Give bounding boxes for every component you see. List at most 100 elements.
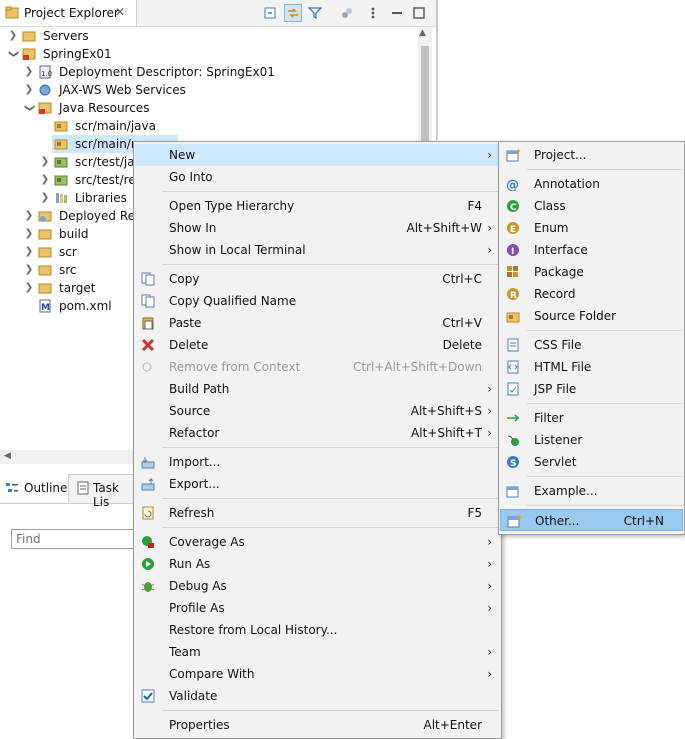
menu-item-show-in[interactable]: Show In Alt+Shift+W ›	[135, 217, 500, 239]
menu-item-show-in-local-terminal[interactable]: Show in Local Terminal ›	[135, 239, 500, 261]
menu-item-paste[interactable]: Paste Ctrl+V	[135, 312, 500, 334]
menu-item-refresh[interactable]: Refresh F5	[135, 502, 500, 524]
menu-item-export[interactable]: Export...	[135, 473, 500, 495]
menu-item-properties[interactable]: Properties Alt+Enter	[135, 714, 500, 736]
tree-item-target[interactable]: ❯ target	[0, 279, 133, 297]
menu-item-source-folder[interactable]: Source Folder	[500, 305, 683, 327]
chevron-right-icon[interactable]: ❯	[24, 225, 34, 243]
chevron-right-icon[interactable]: ❯	[24, 279, 34, 297]
tree-item-deployment-descriptor[interactable]: ❯ 1.0 Deployment Descriptor: SpringEx01	[0, 63, 418, 81]
tree-label: src/test/res	[75, 173, 142, 187]
menu-label: Validate	[169, 689, 218, 703]
menu-item-open-type-hierarchy[interactable]: Open Type Hierarchy F4	[135, 195, 500, 217]
menu-item-example[interactable]: Example...	[500, 480, 683, 502]
menu-item-copy[interactable]: Copy Ctrl+C	[135, 268, 500, 290]
maximize-icon[interactable]	[410, 4, 428, 22]
tree-item-libraries[interactable]: ❯ Libraries	[0, 189, 133, 207]
tree-item-scr-main-java[interactable]: scr/main/java	[0, 117, 418, 135]
menu-item-compare-with[interactable]: Compare With ›	[135, 663, 500, 685]
find-input[interactable]	[11, 529, 135, 549]
menu-item-servlet[interactable]: S Servlet	[500, 451, 683, 473]
menu-item-validate[interactable]: Validate	[135, 685, 500, 707]
svg-text:E: E	[510, 225, 516, 235]
enum-icon: E	[507, 222, 519, 235]
tree-item-servers[interactable]: ❯ Servers	[0, 27, 418, 45]
chevron-right-icon[interactable]: ❯	[24, 243, 34, 261]
menu-item-debug-as[interactable]: Debug As ›	[135, 575, 500, 597]
menu-item-new[interactable]: New ›	[135, 144, 500, 166]
tree-item-deployed-resources[interactable]: ❯ Deployed Res	[0, 207, 141, 225]
tree-label: src	[59, 263, 77, 277]
close-icon[interactable]: ✕	[115, 5, 125, 19]
filter-icon[interactable]	[306, 4, 324, 22]
menu-item-enum[interactable]: E Enum	[500, 217, 683, 239]
view-menu-icon[interactable]	[364, 4, 382, 22]
menu-item-interface[interactable]: I Interface	[500, 239, 683, 261]
menu-item-go-into[interactable]: Go Into	[135, 166, 500, 188]
chevron-right-icon[interactable]: ❯	[24, 207, 34, 225]
menu-label: Remove from Context	[169, 360, 301, 374]
chevron-right-icon[interactable]: ❯	[24, 261, 34, 279]
tree-item-src-test-resources[interactable]: ❯ src/test/res	[0, 171, 142, 189]
tree-item-pom-xml[interactable]: M pom.xml	[0, 297, 133, 315]
menu-item-html-file[interactable]: HTML File	[500, 356, 683, 378]
tree-item-src[interactable]: ❯ src	[0, 261, 133, 279]
menu-shortcut: Delete	[442, 338, 482, 352]
link-with-editor-icon[interactable]	[284, 4, 302, 22]
tree-item-jaxws[interactable]: ❯ JAX-WS Web Services	[0, 81, 418, 99]
menu-label: Source Folder	[534, 309, 617, 323]
tree-label: Deployment Descriptor: SpringEx01	[59, 65, 275, 79]
menu-item-filter[interactable]: Filter	[500, 407, 683, 429]
menu-item-delete[interactable]: Delete Delete	[135, 334, 500, 356]
menu-item-copy-qualified-name[interactable]: Copy Qualified Name	[135, 290, 500, 312]
menu-item-team[interactable]: Team ›	[135, 641, 500, 663]
menu-item-jsp-file[interactable]: JSP File	[500, 378, 683, 400]
tree-item-scr[interactable]: ❯ scr	[0, 243, 133, 261]
menu-item-refactor[interactable]: Refactor Alt+Shift+T ›	[135, 422, 500, 444]
tree-item-scr-test-java[interactable]: ❯ scr/test/jav	[0, 153, 142, 171]
menu-item-remove-from-context[interactable]: Remove from Context Ctrl+Alt+Shift+Down	[135, 356, 500, 378]
scroll-left-icon[interactable]: ◀	[4, 451, 11, 461]
task-list-icon	[77, 481, 89, 495]
chevron-right-icon[interactable]: ❯	[24, 63, 34, 81]
menu-item-css-file[interactable]: CSS File	[500, 334, 683, 356]
menu-item-build-path[interactable]: Build Path ›	[135, 378, 500, 400]
menu-item-coverage-as[interactable]: Coverage As ›	[135, 531, 500, 553]
menu-item-listener[interactable]: Listener	[500, 429, 683, 451]
collapse-all-icon[interactable]	[261, 4, 279, 22]
chevron-down-icon[interactable]: ❯	[4, 49, 22, 59]
chevron-right-icon[interactable]: ❯	[40, 189, 50, 207]
chevron-down-icon[interactable]: ❯	[20, 103, 38, 113]
menu-item-other[interactable]: ✦ Other... Ctrl+N	[500, 509, 683, 531]
scroll-up-icon[interactable]: ▲	[419, 28, 426, 38]
chevron-right-icon[interactable]: ❯	[8, 27, 18, 45]
menu-item-class[interactable]: C Class	[500, 195, 683, 217]
tab-project-explorer[interactable]: Project Explorer ✕	[0, 0, 137, 26]
menu-item-import[interactable]: Import...	[135, 451, 500, 473]
tree-item-java-resources[interactable]: ❯ Java Resources	[0, 99, 418, 117]
tab-outline[interactable]: Outline	[0, 474, 69, 502]
working-sets-icon[interactable]	[338, 4, 356, 22]
menu-item-package[interactable]: Package	[500, 261, 683, 283]
menu-item-restore-local-history[interactable]: Restore from Local History...	[135, 619, 500, 641]
html-file-icon	[507, 360, 519, 374]
menu-item-annotation[interactable]: @ Annotation	[500, 173, 683, 195]
menu-shortcut: F4	[467, 199, 482, 213]
chevron-right-icon[interactable]: ❯	[24, 81, 34, 99]
chevron-right-icon[interactable]: ❯	[40, 153, 50, 171]
svg-text:S: S	[510, 459, 516, 469]
filter-icon	[507, 414, 520, 422]
minimize-icon[interactable]	[388, 4, 406, 22]
menu-item-profile-as[interactable]: Profile As ›	[135, 597, 500, 619]
annotation-icon: @	[506, 178, 519, 191]
tree-item-build[interactable]: ❯ build	[0, 225, 133, 243]
chevron-right-icon[interactable]: ❯	[40, 171, 50, 189]
menu-item-project[interactable]: ✦ Project...	[500, 144, 683, 166]
menu-item-source[interactable]: Source Alt+Shift+S ›	[135, 400, 500, 422]
tab-task-list[interactable]: Task Lis	[74, 474, 136, 509]
menu-item-run-as[interactable]: Run As ›	[135, 553, 500, 575]
menu-label: Refresh	[169, 506, 215, 520]
record-icon: R	[507, 288, 519, 301]
tree-item-springex01[interactable]: ❯ SpringEx01	[0, 45, 418, 63]
menu-item-record[interactable]: R Record	[500, 283, 683, 305]
